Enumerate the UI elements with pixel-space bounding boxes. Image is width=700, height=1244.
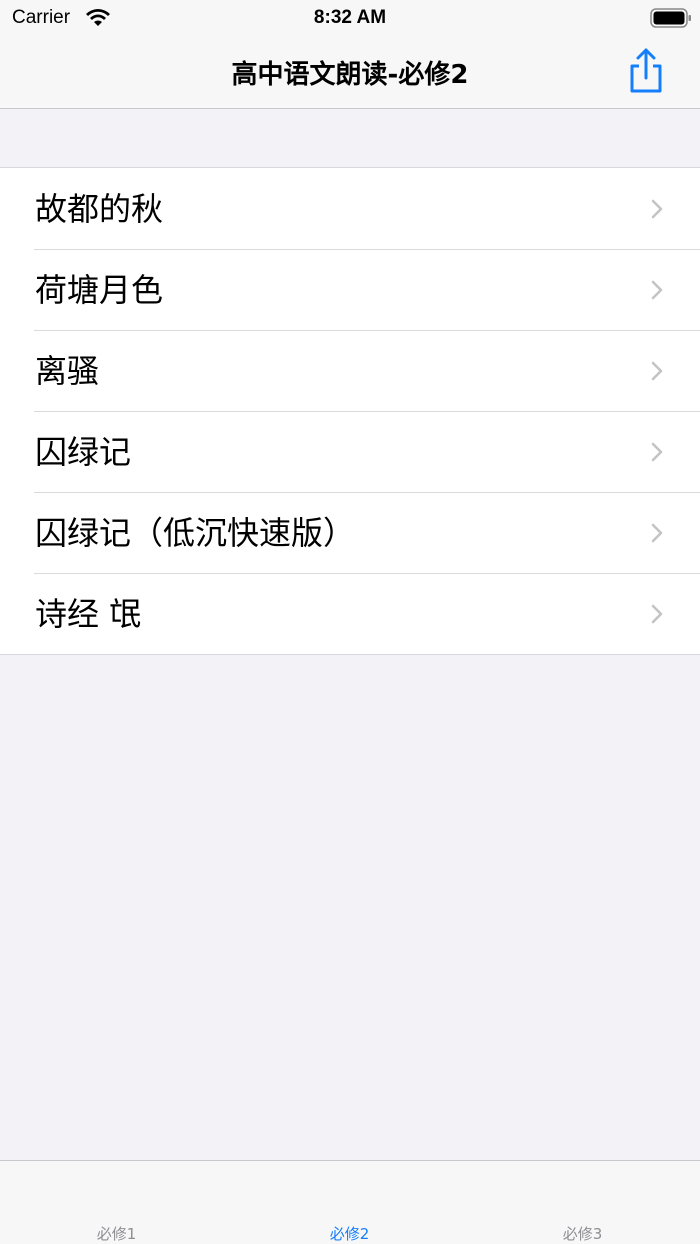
list-item-lisao[interactable]: 离骚 bbox=[0, 330, 700, 411]
list-item-label: 囚绿记 bbox=[35, 433, 132, 471]
tab-label: 必修1 bbox=[96, 1225, 137, 1243]
list-item-qiu-lv-ji-fast[interactable]: 囚绿记（低沉快速版） bbox=[0, 492, 700, 573]
tab-bixiu-2[interactable]: 必修2 bbox=[233, 1161, 466, 1244]
clock-time: 8:32 AM bbox=[313, 7, 387, 28]
tab-label: 必修3 bbox=[562, 1225, 603, 1243]
list-item-shijing-meng[interactable]: 诗经 氓 bbox=[0, 573, 700, 654]
list-item-qiu-lv-ji[interactable]: 囚绿记 bbox=[0, 411, 700, 492]
chevron-right-icon bbox=[651, 604, 663, 624]
list-item-gudu-de-qiu[interactable]: 故都的秋 bbox=[0, 168, 700, 249]
share-icon bbox=[630, 48, 662, 93]
tab-bixiu-1[interactable]: 必修1 bbox=[0, 1161, 233, 1244]
app-screen: Carrier 8:32 AM 高中语文朗读-必修2 故都的秋 荷塘月色 离骚 … bbox=[0, 0, 700, 1244]
battery-icon bbox=[650, 8, 691, 28]
page-title: 高中语文朗读-必修2 bbox=[231, 60, 469, 90]
status-bar: Carrier 8:32 AM bbox=[0, 0, 700, 36]
chevron-right-icon bbox=[651, 442, 663, 462]
share-button[interactable] bbox=[624, 46, 668, 96]
list-item-hetang-yuese[interactable]: 荷塘月色 bbox=[0, 249, 700, 330]
chevron-right-icon bbox=[651, 280, 663, 300]
chevron-right-icon bbox=[651, 361, 663, 381]
list-item-label: 诗经 氓 bbox=[35, 595, 142, 633]
lesson-list: 故都的秋 荷塘月色 离骚 囚绿记 囚绿记（低沉快速版） 诗经 氓 bbox=[0, 167, 700, 655]
tab-label: 必修2 bbox=[329, 1225, 370, 1243]
navigation-bar: 高中语文朗读-必修2 bbox=[0, 36, 700, 109]
list-item-label: 荷塘月色 bbox=[35, 271, 164, 309]
tab-bar: 必修1 必修2 必修3 bbox=[0, 1160, 700, 1244]
tab-bixiu-3[interactable]: 必修3 bbox=[466, 1161, 699, 1244]
chevron-right-icon bbox=[651, 523, 663, 543]
list-item-label: 故都的秋 bbox=[35, 190, 164, 228]
chevron-right-icon bbox=[651, 199, 663, 219]
list-item-label: 离骚 bbox=[35, 352, 100, 390]
list-item-label: 囚绿记（低沉快速版） bbox=[35, 514, 356, 552]
